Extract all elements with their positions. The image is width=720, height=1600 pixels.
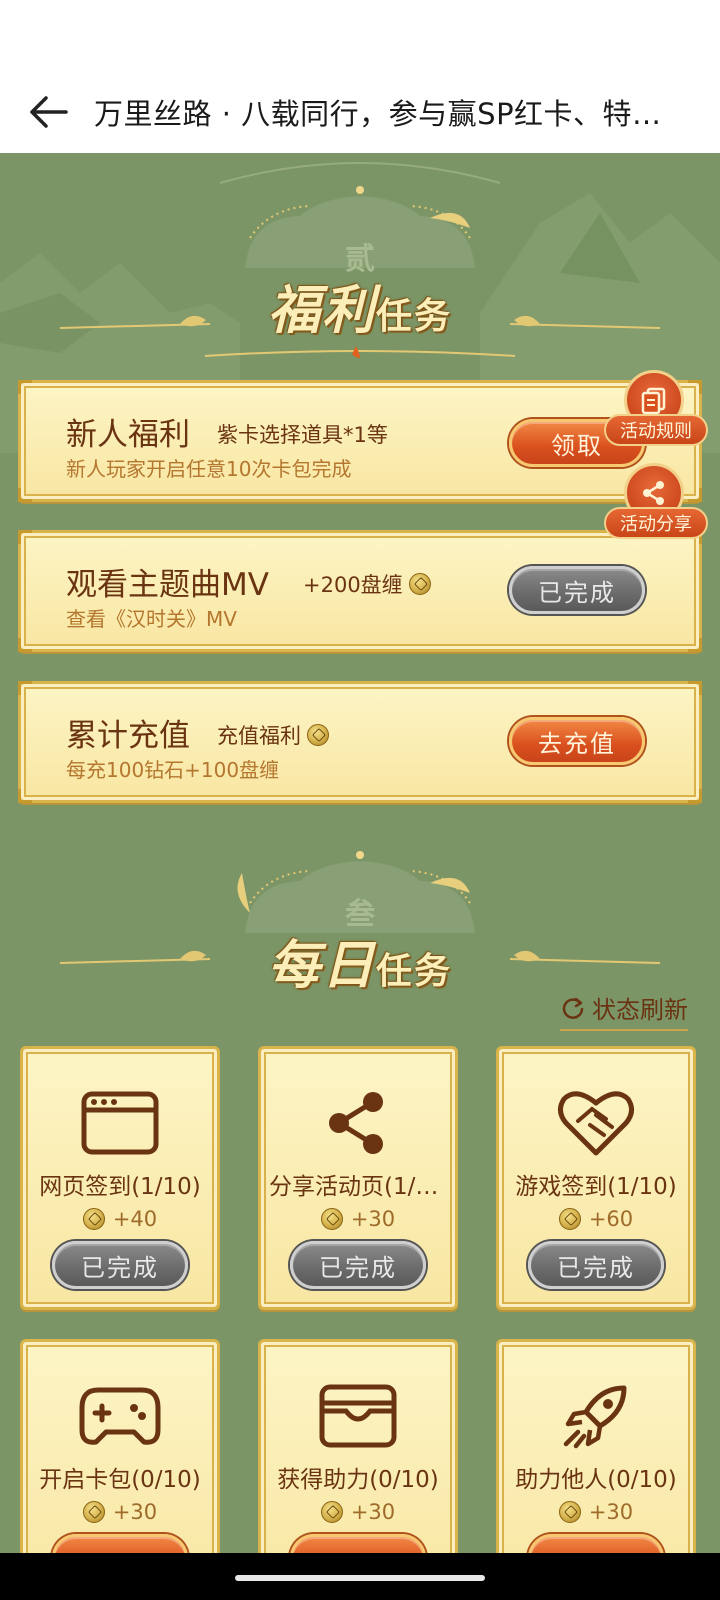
- task-name: 新人福利: [66, 417, 190, 453]
- daily-task-web-signin: 网页签到(1/10) +40 已完成: [20, 1046, 220, 1310]
- daily-task-reward-value: +30: [350, 1500, 396, 1524]
- wallet-icon: [319, 1384, 397, 1448]
- task-name: 累计充值: [66, 718, 190, 754]
- rocket-icon: [563, 1385, 627, 1449]
- task-action-button[interactable]: [290, 1534, 426, 1553]
- back-arrow-icon: [30, 95, 68, 128]
- activity-rules-label: 活动规则: [604, 414, 708, 446]
- task-desc: 新人玩家开启任意10次卡包完成: [66, 457, 352, 481]
- refresh-label: 状态刷新: [592, 996, 688, 1024]
- coin-icon: [320, 1501, 343, 1523]
- completed-button[interactable]: 已完成: [290, 1241, 426, 1289]
- daily-task-reward: +30: [261, 1500, 455, 1524]
- system-nav-bar: [0, 1553, 720, 1600]
- top-bar: 万里丝路 · 八载同行，参与赢SP红卡、特…: [0, 70, 720, 153]
- activity-share-button[interactable]: 活动分享: [604, 463, 708, 543]
- daily-task-reward: +30: [499, 1500, 693, 1524]
- section-title-sub: 任务: [376, 295, 453, 337]
- task-reward-text: 充值福利: [217, 724, 301, 748]
- back-button[interactable]: [22, 86, 74, 138]
- daily-task-reward: +30: [23, 1500, 217, 1524]
- coin-icon: [82, 1208, 105, 1230]
- share-icon: [329, 1092, 383, 1154]
- daily-task-name: 分享活动页(1/10): [269, 1174, 447, 1200]
- daily-task-name: 网页签到(1/10): [39, 1174, 201, 1200]
- section-title-main: 每日: [267, 935, 376, 996]
- completed-button[interactable]: 已完成: [528, 1241, 664, 1289]
- completed-button[interactable]: 已完成: [52, 1241, 188, 1289]
- task-reward: 充值福利: [217, 720, 329, 750]
- section-title-sub: 任务: [376, 950, 453, 992]
- activity-share-label: 活动分享: [604, 507, 708, 539]
- completed-button[interactable]: 已完成: [509, 566, 645, 614]
- status-bar: [0, 0, 720, 70]
- daily-task-name: 获得助力(0/10): [277, 1467, 439, 1493]
- refresh-icon: [562, 997, 584, 1019]
- daily-task-reward: +40: [23, 1207, 217, 1231]
- handshake-heart-icon: [558, 1091, 634, 1156]
- task-reward: 紫卡选择道具*1等: [217, 419, 388, 449]
- refresh-status-button[interactable]: 状态刷新: [560, 990, 688, 1031]
- daily-task-reward-value: +40: [112, 1207, 158, 1231]
- daily-task-get-help: 获得助力(0/10) +30: [258, 1339, 458, 1553]
- daily-task-reward: +30: [261, 1207, 455, 1231]
- daily-task-reward-value: +30: [350, 1207, 396, 1231]
- task-name: 观看主题曲MV: [66, 567, 269, 603]
- daily-task-reward-value: +30: [112, 1500, 158, 1524]
- daily-task-name: 游戏签到(1/10): [515, 1174, 677, 1200]
- welfare-section-header: 贰 福利任务: [0, 178, 720, 368]
- share-icon: [643, 481, 664, 505]
- document-icon: [641, 387, 666, 415]
- daily-task-share-page: 分享活动页(1/10) +30 已完成: [258, 1046, 458, 1310]
- coin-icon: [558, 1208, 581, 1230]
- task-desc: 每充100钻石+100盘缠: [66, 758, 280, 782]
- task-action-button[interactable]: [528, 1534, 664, 1553]
- task-desc: 查看《汉时关》MV: [66, 607, 237, 631]
- task-card-recharge: 累计充值 充值福利 每充100钻石+100盘缠 去充值: [18, 681, 702, 803]
- task-reward: +200盘缠: [303, 569, 431, 599]
- browser-icon: [81, 1091, 159, 1155]
- task-card-mv: 观看主题曲MV +200盘缠 查看《汉时关》MV 已完成: [18, 530, 702, 652]
- welfare-section-title: 福利任务: [0, 268, 720, 343]
- gamepad-icon: [79, 1387, 161, 1445]
- coin-icon: [307, 724, 329, 746]
- daily-task-reward-value: +60: [588, 1207, 634, 1231]
- task-reward-text: 紫卡选择道具*1等: [217, 423, 388, 447]
- section-title-main: 福利: [267, 280, 376, 341]
- daily-task-name: 开启卡包(0/10): [39, 1467, 201, 1493]
- recharge-button[interactable]: 去充值: [509, 717, 645, 765]
- daily-task-open-pack: 开启卡包(0/10) +30: [20, 1339, 220, 1553]
- coin-icon: [320, 1208, 343, 1230]
- task-action-button[interactable]: [52, 1534, 188, 1553]
- daily-task-reward: +60: [499, 1207, 693, 1231]
- daily-task-help-others: 助力他人(0/10) +30: [496, 1339, 696, 1553]
- coin-icon: [558, 1501, 581, 1523]
- daily-section-title: 每日任务: [0, 923, 720, 998]
- page-title: 万里丝路 · 八载同行，参与赢SP红卡、特…: [94, 96, 662, 131]
- coin-icon: [408, 573, 431, 595]
- daily-task-reward-value: +30: [588, 1500, 634, 1524]
- activity-rules-button[interactable]: 活动规则: [604, 370, 708, 450]
- coin-icon: [82, 1501, 105, 1523]
- daily-task-game-signin: 游戏签到(1/10) +60 已完成: [496, 1046, 696, 1310]
- task-card-newcomer: 新人福利 紫卡选择道具*1等 新人玩家开启任意10次卡包完成 领取: [18, 380, 702, 502]
- activity-page[interactable]: 贰 福利任务 新人福利 紫卡选择道具*1等 新人玩家开启任意10次卡包完成 领取…: [0, 153, 720, 1553]
- task-reward-text: +200盘缠: [303, 573, 403, 597]
- home-gesture-handle[interactable]: [235, 1575, 485, 1581]
- daily-task-name: 助力他人(0/10): [515, 1467, 677, 1493]
